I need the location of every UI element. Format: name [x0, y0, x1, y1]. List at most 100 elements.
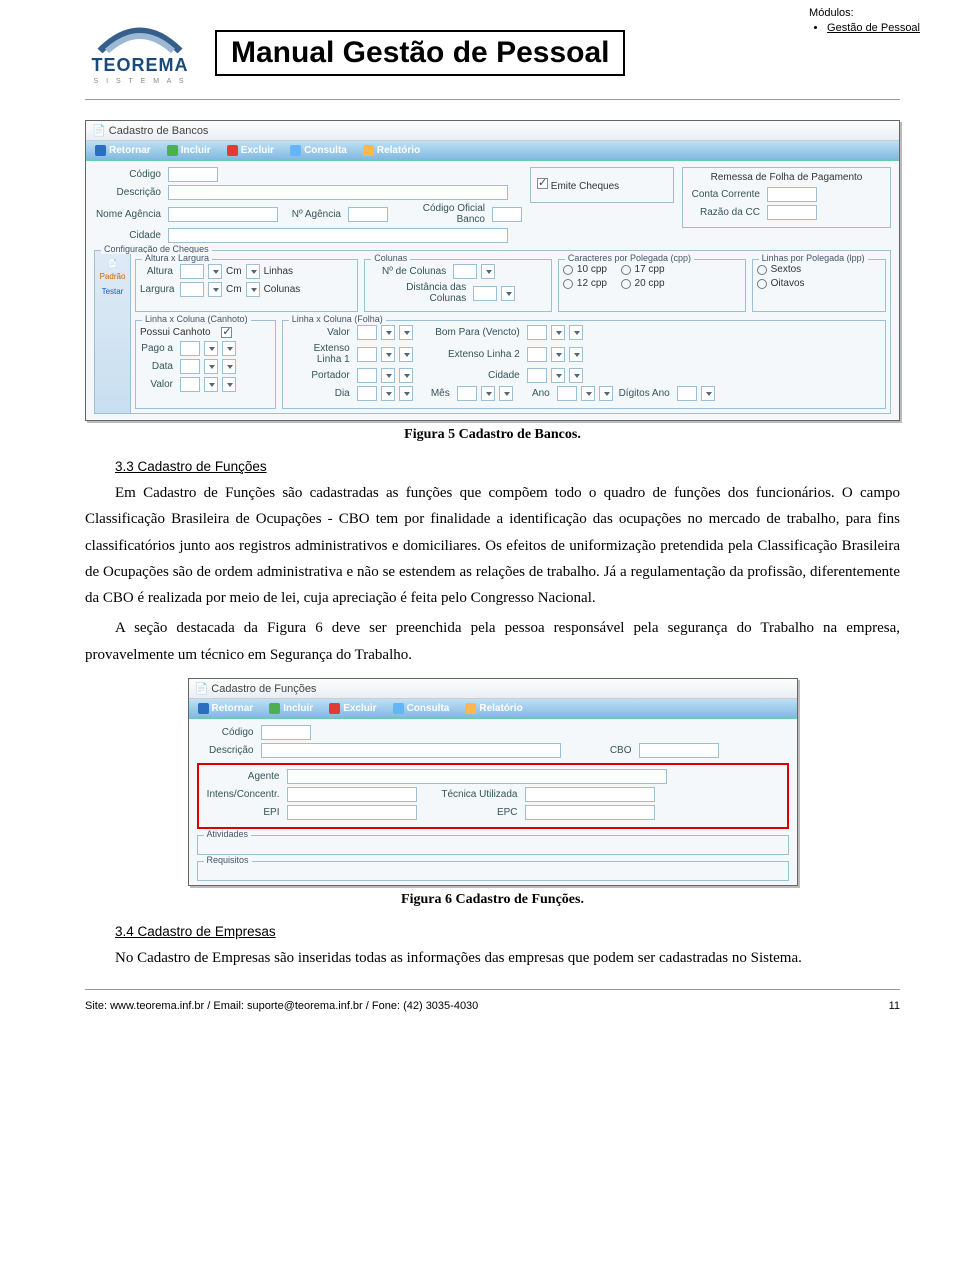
codigo-input[interactable] — [261, 725, 311, 740]
add-icon — [167, 145, 178, 156]
conta-corrente-input[interactable] — [767, 187, 817, 202]
intens-input[interactable] — [287, 787, 417, 802]
largura-input[interactable] — [180, 282, 204, 297]
folha-cidade-input[interactable] — [527, 368, 547, 383]
no-colunas-input[interactable] — [453, 264, 477, 279]
incluir-button[interactable]: Incluir — [264, 702, 318, 715]
epc-input[interactable] — [525, 805, 655, 820]
lpp-oitavos-radio[interactable] — [757, 279, 767, 289]
figure5-caption: Figura 5 Cadastro de Bancos. — [85, 427, 900, 443]
canhoto-pagoa-sel[interactable] — [204, 341, 218, 356]
altura-input[interactable] — [180, 264, 204, 279]
cidade-input[interactable] — [168, 228, 508, 243]
canhoto-legend: Linha x Coluna (Canhoto) — [142, 314, 251, 324]
app2-window: 📄 Cadastro de Funções Retornar Incluir E… — [188, 678, 798, 886]
tab-padrao[interactable]: Padrão — [96, 272, 129, 281]
canhoto-pagoa-input[interactable] — [180, 341, 200, 356]
descricao-input[interactable] — [168, 185, 508, 200]
descricao-label: Descrição — [197, 745, 257, 756]
cpp12-radio[interactable] — [563, 279, 573, 289]
relatorio-button[interactable]: Relatório — [460, 702, 527, 715]
canhoto-valor-sel[interactable] — [204, 377, 218, 392]
dig-ano-input[interactable] — [677, 386, 697, 401]
cod-oficial-input[interactable] — [492, 207, 522, 222]
dist-colunas-input[interactable] — [473, 286, 497, 301]
para-3: No Cadastro de Empresas são inseridas to… — [85, 945, 900, 971]
requisitos-legend: Requisitos — [204, 855, 252, 865]
possui-canhoto-checkbox[interactable] — [221, 327, 232, 338]
section-3-4-title: 3.4 Cadastro de Empresas — [115, 924, 900, 939]
largura-colunas-select[interactable] — [246, 282, 260, 297]
canhoto-valor-input[interactable] — [180, 377, 200, 392]
largura-select[interactable] — [208, 282, 222, 297]
mes-label: Mês — [417, 388, 453, 399]
logo-arc-icon — [95, 25, 185, 53]
portador-input[interactable] — [357, 368, 377, 383]
conta-corrente-label: Conta Corrente — [689, 189, 763, 200]
cod-oficial-label: Código Oficial Banco — [392, 203, 488, 225]
cpp17-radio[interactable] — [621, 265, 631, 275]
ext-l2-input[interactable] — [527, 347, 547, 362]
nome-agencia-input[interactable] — [168, 207, 278, 222]
back-icon — [95, 145, 106, 156]
no-agencia-input[interactable] — [348, 207, 388, 222]
canhoto-data-input[interactable] — [180, 359, 200, 374]
ano-input[interactable] — [557, 386, 577, 401]
agente-input[interactable] — [287, 769, 667, 784]
cbo-input[interactable] — [639, 743, 719, 758]
bom-para-input[interactable] — [527, 325, 547, 340]
atividades-legend: Atividades — [204, 829, 252, 839]
canhoto-pagoa-sel2[interactable] — [222, 341, 236, 356]
descricao-input[interactable] — [261, 743, 561, 758]
dist-colunas-label: Distância das Colunas — [369, 282, 469, 304]
cpp20-radio[interactable] — [621, 279, 631, 289]
codigo-input[interactable] — [168, 167, 218, 182]
folha-legend: Linha x Coluna (Folha) — [289, 314, 386, 324]
tecnica-label: Técnica Utilizada — [421, 789, 521, 800]
lpp-sextos-radio[interactable] — [757, 265, 767, 275]
bom-para-label: Bom Para (Vencto) — [417, 327, 523, 338]
tecnica-input[interactable] — [525, 787, 655, 802]
largura-label: Largura — [140, 284, 176, 295]
dia-input[interactable] — [357, 386, 377, 401]
dia-label: Dia — [287, 388, 353, 399]
ext-l1-label: Extenso Linha 1 — [287, 343, 353, 365]
incluir-button[interactable]: Incluir — [162, 144, 216, 157]
emite-cheques-checkbox[interactable] — [537, 178, 548, 189]
app1-titlebar: 📄 Cadastro de Bancos — [86, 121, 899, 141]
retornar-button[interactable]: Retornar — [90, 144, 156, 157]
emite-cheques-label: Emite Cheques — [551, 181, 619, 192]
agente-label: Agente — [205, 771, 283, 782]
mes-input[interactable] — [457, 386, 477, 401]
canhoto-valor-label: Valor — [140, 379, 176, 390]
folha-valor-label: Valor — [287, 327, 353, 338]
razao-cc-input[interactable] — [767, 205, 817, 220]
excluir-button[interactable]: Excluir — [324, 702, 381, 715]
app2-toolbar: Retornar Incluir Excluir Consulta Relató… — [189, 699, 797, 719]
consulta-button[interactable]: Consulta — [388, 702, 455, 715]
canhoto-valor-sel2[interactable] — [222, 377, 236, 392]
cpp10-radio[interactable] — [563, 265, 573, 275]
ext-l1-input[interactable] — [357, 347, 377, 362]
folha-valor-input[interactable] — [357, 325, 377, 340]
altura-linhas-select[interactable] — [246, 264, 260, 279]
consulta-button[interactable]: Consulta — [285, 144, 352, 157]
canhoto-data-sel2[interactable] — [222, 359, 236, 374]
modulos-label: Módulos: — [809, 6, 920, 21]
relatorio-button[interactable]: Relatório — [358, 144, 425, 157]
tab-testar[interactable]: Testar — [96, 287, 129, 296]
cpp-legend: Caracteres por Polegada (cpp) — [565, 253, 694, 263]
footer-contact: Site: www.teorema.inf.br / Email: suport… — [85, 1000, 478, 1012]
search-icon — [290, 145, 301, 156]
altura-select[interactable] — [208, 264, 222, 279]
no-colunas-select[interactable] — [481, 264, 495, 279]
footer-page-number: 11 — [889, 1000, 900, 1012]
epi-input[interactable] — [287, 805, 417, 820]
canhoto-data-sel[interactable] — [204, 359, 218, 374]
highlighted-section: Agente Intens/Concentr. Técnica Utilizad… — [197, 763, 789, 829]
dist-colunas-select[interactable] — [501, 286, 515, 301]
retornar-button[interactable]: Retornar — [193, 702, 259, 715]
canhoto-data-label: Data — [140, 361, 176, 372]
tab-icon[interactable]: 📄 — [96, 259, 129, 268]
excluir-button[interactable]: Excluir — [222, 144, 279, 157]
